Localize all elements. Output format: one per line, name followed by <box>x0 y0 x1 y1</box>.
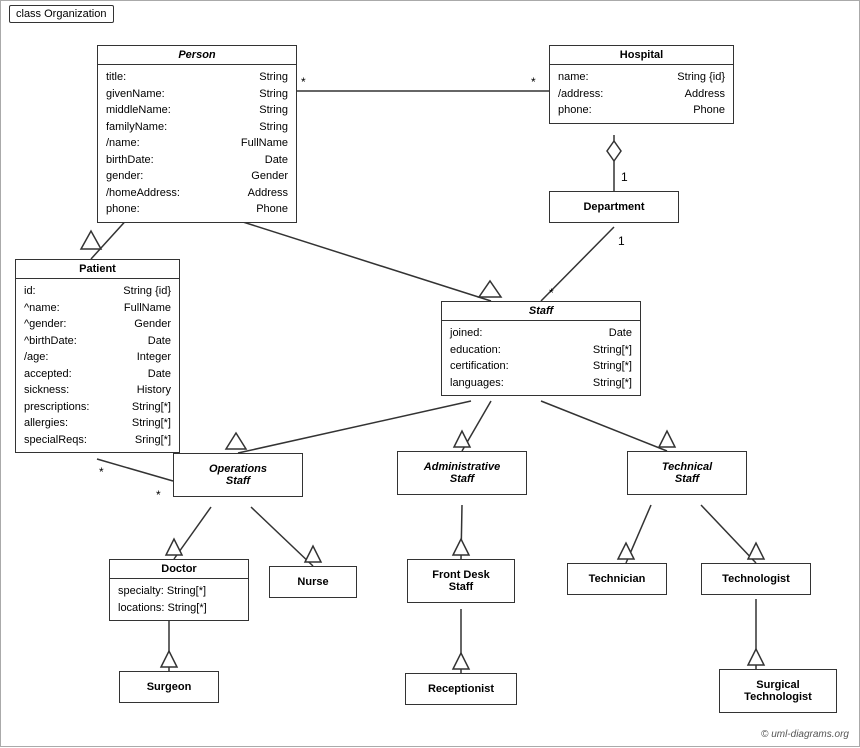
receptionist-title: Receptionist <box>406 680 516 698</box>
staff-attrs: joined:Date education:String[*] certific… <box>442 321 640 395</box>
department-box: Department <box>549 191 679 223</box>
technician-title: Technician <box>568 570 666 588</box>
nurse-title: Nurse <box>270 573 356 591</box>
patient-box: Patient id:String {id} ^name:FullName ^g… <box>15 259 180 453</box>
doctor-box: Doctor specialty: String[*] locations: S… <box>109 559 249 621</box>
front-desk-staff-title: Front DeskStaff <box>408 566 514 596</box>
diagram-container: class Organization * * 1 * 1 * * * <box>0 0 860 747</box>
surgeon-box: Surgeon <box>119 671 219 703</box>
operations-staff-box: OperationsStaff <box>173 453 303 497</box>
operations-staff-title: OperationsStaff <box>174 460 302 490</box>
technician-box: Technician <box>567 563 667 595</box>
hospital-box: Hospital name:String {id} /address:Addre… <box>549 45 734 124</box>
doctor-title: Doctor <box>110 560 248 579</box>
department-title: Department <box>550 198 678 216</box>
svg-text:*: * <box>301 75 306 89</box>
svg-text:*: * <box>99 465 104 479</box>
svg-text:*: * <box>549 286 554 300</box>
surgical-technologist-box: SurgicalTechnologist <box>719 669 837 713</box>
person-box: Person title:String givenName:String mid… <box>97 45 297 223</box>
diagram-title: class Organization <box>9 5 114 23</box>
copyright: © uml-diagrams.org <box>761 729 849 740</box>
svg-text:*: * <box>156 488 161 502</box>
svg-text:1: 1 <box>621 170 628 184</box>
technical-staff-box: TechnicalStaff <box>627 451 747 495</box>
administrative-staff-box: AdministrativeStaff <box>397 451 527 495</box>
doctor-attrs: specialty: String[*] locations: String[*… <box>110 579 248 620</box>
administrative-staff-title: AdministrativeStaff <box>398 458 526 488</box>
svg-text:1: 1 <box>618 234 625 248</box>
surgeon-title: Surgeon <box>120 678 218 696</box>
patient-title: Patient <box>16 260 179 279</box>
nurse-box: Nurse <box>269 566 357 598</box>
hospital-title: Hospital <box>550 46 733 65</box>
svg-text:*: * <box>531 75 536 89</box>
person-title: Person <box>98 46 296 65</box>
technologist-title: Technologist <box>702 570 810 588</box>
staff-title: Staff <box>442 302 640 321</box>
hospital-attrs: name:String {id} /address:Address phone:… <box>550 65 733 123</box>
receptionist-box: Receptionist <box>405 673 517 705</box>
person-attrs: title:String givenName:String middleName… <box>98 65 296 222</box>
patient-attrs: id:String {id} ^name:FullName ^gender:Ge… <box>16 279 179 452</box>
technical-staff-title: TechnicalStaff <box>628 458 746 488</box>
staff-box: Staff joined:Date education:String[*] ce… <box>441 301 641 396</box>
surgical-technologist-title: SurgicalTechnologist <box>720 676 836 706</box>
technologist-box: Technologist <box>701 563 811 595</box>
front-desk-staff-box: Front DeskStaff <box>407 559 515 603</box>
